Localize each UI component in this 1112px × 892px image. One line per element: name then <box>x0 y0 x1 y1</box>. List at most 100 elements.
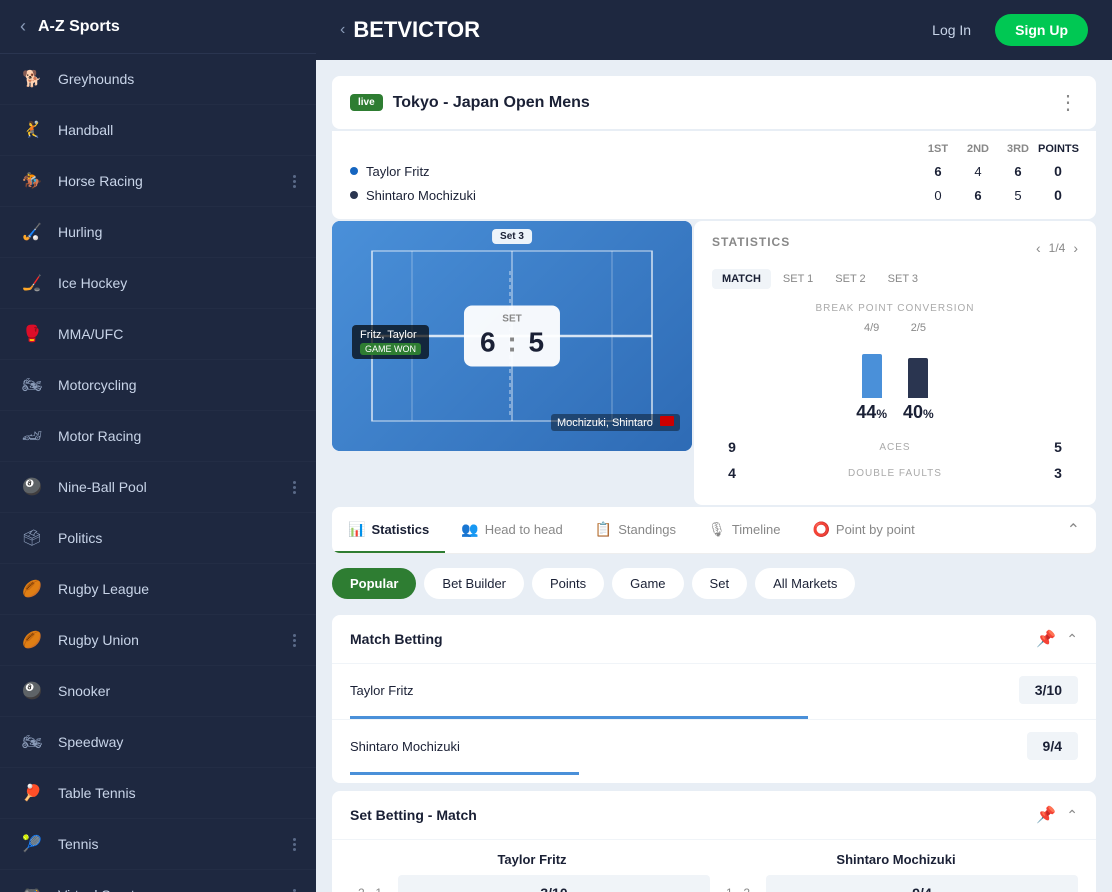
stats-tab-set2[interactable]: SET 2 <box>825 269 875 289</box>
sport-label-politics: Politics <box>58 530 296 546</box>
set-grid-row-1: 2 - 1 3/10 1 - 2 9/4 <box>350 875 1078 892</box>
sidebar-item-greyhounds[interactable]: 🐕 Greyhounds <box>0 54 316 105</box>
player1-court-name: Fritz, Taylor <box>360 329 421 341</box>
filter-set[interactable]: Set <box>692 568 748 599</box>
sidebar-item-rugby-league[interactable]: 🏉 Rugby League <box>0 564 316 615</box>
filter-game[interactable]: Game <box>612 568 683 599</box>
set-score-2: 5 <box>528 327 544 358</box>
sport-icon-tennis: 🎾 <box>20 832 44 856</box>
content-area: live Tokyo - Japan Open Mens ⋮ 1ST 2ND 3… <box>316 60 1112 892</box>
standings-tab-label: Standings <box>618 522 676 537</box>
set-score-1: 6 <box>480 327 496 358</box>
sport-label-tennis: Tennis <box>58 836 293 852</box>
sidebar-item-mma-ufc[interactable]: 🥊 MMA/UFC <box>0 309 316 360</box>
set-odds-p2-button[interactable]: 9/4 <box>766 875 1078 892</box>
filter-popular[interactable]: Popular <box>332 568 416 599</box>
set-betting-header[interactable]: Set Betting - Match 📌 ⌃ <box>332 791 1096 839</box>
dots-icon-virtual-sports <box>293 889 296 892</box>
sidebar-item-tennis[interactable]: 🎾 Tennis <box>0 819 316 870</box>
match-betting-collapse-icon[interactable]: ⌃ <box>1066 631 1078 648</box>
player2-court-name: Mochizuki, Shintaro <box>557 417 653 429</box>
sport-icon-nine-ball-pool: 🎱 <box>20 475 44 499</box>
nav-actions: Log In Sign Up <box>920 14 1088 46</box>
signup-button[interactable]: Sign Up <box>995 14 1088 46</box>
player1-betting-odds[interactable]: 3/10 <box>1019 676 1078 704</box>
sport-icon-snooker: 🎱 <box>20 679 44 703</box>
filter-points[interactable]: Points <box>532 568 604 599</box>
match-menu-button[interactable]: ⋮ <box>1058 90 1078 115</box>
sidebar-item-hurling[interactable]: 🏑 Hurling <box>0 207 316 258</box>
nav-back-button[interactable]: ‹ <box>340 21 345 39</box>
sidebar-item-handball[interactable]: 🤾 Handball <box>0 105 316 156</box>
tab-standings[interactable]: 📋 Standings <box>579 508 692 553</box>
dots-icon-rugby-union <box>293 634 296 647</box>
match-betting-actions: 📌 ⌃ <box>1036 629 1078 649</box>
statistics-tab-icon: 📊 <box>348 521 365 538</box>
tab-head-to-head[interactable]: 👥 Head to head <box>445 508 579 553</box>
player2-bp-pct: 40% <box>903 402 934 423</box>
set-player1-header: Taylor Fritz <box>350 852 714 867</box>
match-betting-header[interactable]: Match Betting 📌 ⌃ <box>332 615 1096 663</box>
sidebar-back-button[interactable]: ‹ <box>20 16 26 37</box>
player1-bar-container <box>862 338 882 398</box>
player1-break-point: 4/9 44% <box>856 322 887 423</box>
set-pin-icon[interactable]: 📌 <box>1036 805 1056 825</box>
stats-tab-set3[interactable]: SET 3 <box>878 269 928 289</box>
break-point-stat: BREAK POINT CONVERSION 4/9 44% <box>712 303 1078 423</box>
sidebar-item-rugby-union[interactable]: 🏉 Rugby Union <box>0 615 316 666</box>
timeline-tab-label: Timeline <box>732 522 781 537</box>
logo-victor-text: VICTOR <box>397 17 480 42</box>
set-colon: : <box>500 327 525 358</box>
logo: BETVICTOR <box>353 17 480 43</box>
sidebar-item-motorcycling[interactable]: 🏍 Motorcycling <box>0 360 316 411</box>
sidebar-item-nine-ball-pool[interactable]: 🎱 Nine-Ball Pool <box>0 462 316 513</box>
sport-label-ice-hockey: Ice Hockey <box>58 275 296 291</box>
set-score-p1: 2 - 1 <box>350 886 390 892</box>
tab-statistics[interactable]: 📊 Statistics <box>332 508 445 553</box>
df-label: DOUBLE FAULTS <box>752 468 1038 479</box>
stats-tab-set1[interactable]: SET 1 <box>773 269 823 289</box>
sidebar-item-speedway[interactable]: 🏍 Speedway <box>0 717 316 768</box>
player1-score-3rd: 6 <box>998 164 1038 179</box>
tab-point-by-point[interactable]: ⭕ Point by point <box>796 508 930 553</box>
set-betting-collapse-icon[interactable]: ⌃ <box>1066 807 1078 824</box>
player1-bp-pct: 44% <box>856 402 887 423</box>
standings-tab-icon: 📋 <box>595 521 612 538</box>
stats-header-row: STATISTICS ‹ 1/4 › <box>712 235 1078 261</box>
player1-df: 4 <box>712 465 752 481</box>
sidebar-item-horse-racing[interactable]: 🏇 Horse Racing <box>0 156 316 207</box>
sidebar-item-virtual-sports[interactable]: 🎮 Virtual Sports <box>0 870 316 892</box>
player2-betting-odds[interactable]: 9/4 <box>1027 732 1078 760</box>
dots-icon-horse-racing <box>293 175 296 188</box>
stat-next-button[interactable]: › <box>1073 240 1078 256</box>
sidebar-item-motor-racing[interactable]: 🏎 Motor Racing <box>0 411 316 462</box>
filter-all-markets[interactable]: All Markets <box>755 568 855 599</box>
tabs-collapse-button[interactable]: ⌃ <box>1051 507 1096 553</box>
sport-label-speedway: Speedway <box>58 734 296 750</box>
sidebar-item-politics[interactable]: 🗳 Politics <box>0 513 316 564</box>
set-score-p2: 1 - 2 <box>718 886 758 892</box>
stats-tab-match[interactable]: MATCH <box>712 269 771 289</box>
set-row-left: 2 - 1 3/10 <box>350 875 710 892</box>
player1-name: Taylor Fritz <box>366 164 918 179</box>
sidebar-item-ice-hockey[interactable]: 🏒 Ice Hockey <box>0 258 316 309</box>
player1-aces: 9 <box>712 439 752 455</box>
pin-icon[interactable]: 📌 <box>1036 629 1056 649</box>
sport-icon-table-tennis: 🏓 <box>20 781 44 805</box>
set-score-box: SET 6 : 5 <box>464 306 560 367</box>
stat-prev-button[interactable]: ‹ <box>1036 240 1041 256</box>
tab-timeline[interactable]: 🎙 Timeline <box>692 508 796 553</box>
sidebar-item-snooker[interactable]: 🎱 Snooker <box>0 666 316 717</box>
filter-bet-builder[interactable]: Bet Builder <box>424 568 524 599</box>
sport-label-mma-ufc: MMA/UFC <box>58 326 296 342</box>
player2-name: Shintaro Mochizuki <box>366 188 918 203</box>
set-odds-p1-button[interactable]: 3/10 <box>398 875 710 892</box>
game-stats-row: Set 3 Fritz, Taylor GAME WON SET 6 : 5 M… <box>332 221 1096 505</box>
match-betting-section: Match Betting 📌 ⌃ Taylor Fritz 3/10 Shin… <box>332 615 1096 783</box>
login-button[interactable]: Log In <box>920 16 983 44</box>
player1-bp-frac: 4/9 <box>864 322 879 334</box>
player2-court-label: Mochizuki, Shintaro <box>551 414 680 431</box>
sidebar-item-table-tennis[interactable]: 🏓 Table Tennis <box>0 768 316 819</box>
sidebar-items-container: 🐕 Greyhounds 🤾 Handball 🏇 Horse Racing 🏑… <box>0 54 316 892</box>
court-visualization: Set 3 Fritz, Taylor GAME WON SET 6 : 5 M… <box>332 221 692 451</box>
